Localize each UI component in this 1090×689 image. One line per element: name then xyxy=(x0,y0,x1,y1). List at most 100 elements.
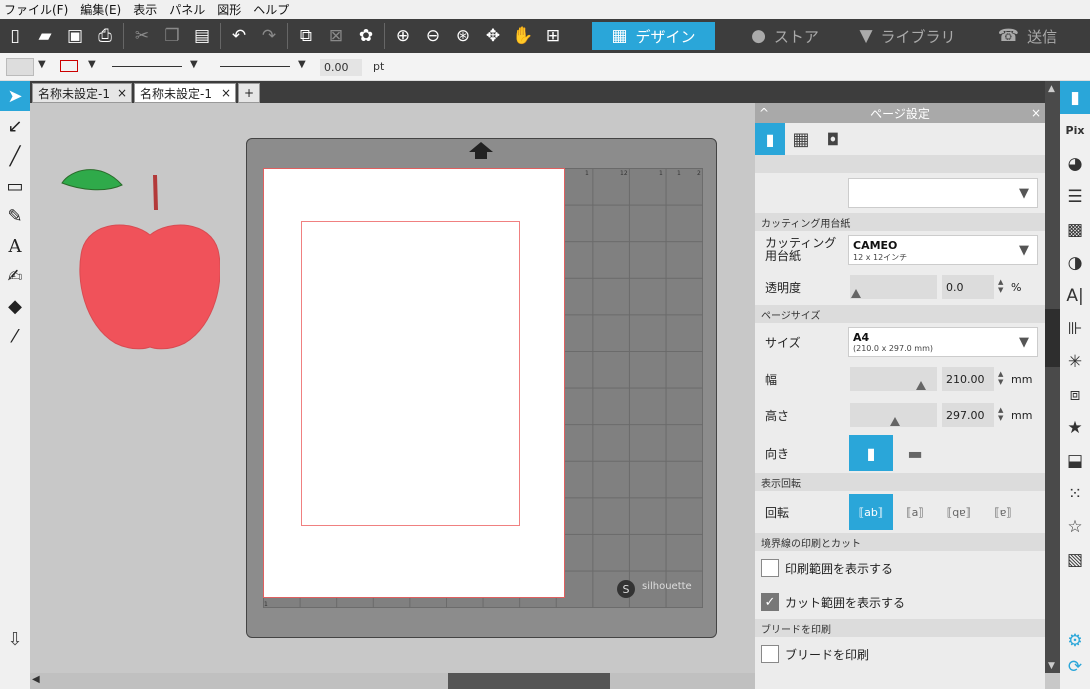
transparency-input[interactable]: 0.0 xyxy=(942,275,994,299)
line-width-input[interactable]: 0.00 xyxy=(320,59,362,76)
cut-icon[interactable]: ✂ xyxy=(127,21,157,51)
drag-move-icon[interactable]: ✥ xyxy=(478,21,508,51)
sketch-tool-icon[interactable]: ✍ xyxy=(0,261,30,291)
tab-store[interactable]: ● ストア xyxy=(730,22,840,50)
registration-marks-subtab-icon[interactable]: ◘ xyxy=(817,123,849,155)
pixscan-icon[interactable]: Pix xyxy=(1060,114,1090,147)
replicate-icon[interactable]: ✳ xyxy=(1060,345,1090,378)
height-input[interactable]: 297.00 xyxy=(942,403,994,427)
portrait-icon[interactable]: ▮ xyxy=(849,435,893,471)
close-tab-icon[interactable]: × xyxy=(221,86,231,100)
landscape-icon[interactable]: ▬ xyxy=(893,435,937,471)
sync-icon[interactable]: ⟳ xyxy=(1060,655,1090,679)
scroll-left-icon[interactable]: ◀ xyxy=(32,674,40,685)
document-tab[interactable]: 名称未設定-1 × xyxy=(134,83,236,103)
fit-page-icon[interactable]: ⊞ xyxy=(538,21,568,51)
design-canvas[interactable]: 1 12 1 1 2 1 S silhouette xyxy=(30,103,755,673)
document-tab[interactable]: 名称未設定-1 × xyxy=(32,83,132,103)
close-panel-icon[interactable]: × xyxy=(1031,106,1041,120)
line-width-dropdown-icon[interactable]: ▼ xyxy=(298,59,306,70)
zoom-in-icon[interactable]: ⊕ xyxy=(388,21,418,51)
preset-dropdown[interactable]: ▼ xyxy=(848,178,1038,208)
copy-icon[interactable]: ❐ xyxy=(157,21,187,51)
menu-shape[interactable]: 図形 xyxy=(217,1,241,18)
offset-icon[interactable]: ⬓ xyxy=(1060,444,1090,477)
grid-subtab-icon[interactable]: ▦ xyxy=(785,123,817,155)
print-bleed-checkbox[interactable] xyxy=(761,645,779,663)
menu-file[interactable]: ファイル(F) xyxy=(4,1,68,18)
line-color-dropdown-icon[interactable]: ▼ xyxy=(88,59,96,70)
edit-points-icon[interactable]: ↙ xyxy=(0,111,30,141)
text-tool-icon[interactable]: A xyxy=(0,231,30,261)
line-style-dropdown-icon[interactable]: ▼ xyxy=(190,59,198,70)
transform-icon[interactable]: ⧈ xyxy=(1060,378,1090,411)
eraser-tool-icon[interactable]: ◆ xyxy=(0,291,30,321)
pan-hand-icon[interactable]: ✋ xyxy=(508,21,538,51)
show-cut-area-checkbox[interactable]: ✓ xyxy=(761,593,779,611)
width-input[interactable]: 210.00 xyxy=(942,367,994,391)
select-all-icon[interactable]: ⧉ xyxy=(291,21,321,51)
line-color-swatch[interactable] xyxy=(60,60,78,72)
deselect-icon[interactable]: ⊠ xyxy=(321,21,351,51)
transparency-stepper-icon[interactable]: ▲ ▼ xyxy=(998,278,1003,294)
fill-pattern-swatch[interactable] xyxy=(6,58,34,76)
zoom-select-icon[interactable]: ⊛ xyxy=(448,21,478,51)
rotate-0-icon[interactable]: ⟦ab⟧ xyxy=(849,494,893,530)
slider-thumb[interactable] xyxy=(851,289,861,298)
scrollbar-thumb[interactable] xyxy=(1045,309,1060,367)
redo-icon[interactable]: ↷ xyxy=(254,21,284,51)
print-icon[interactable]: ⎙ xyxy=(90,21,120,51)
slider-thumb[interactable] xyxy=(890,417,900,426)
paste-icon[interactable]: ▤ xyxy=(187,21,217,51)
hscrollbar-thumb[interactable] xyxy=(448,673,610,689)
width-slider[interactable] xyxy=(850,367,937,391)
outline-star-icon[interactable]: ☆ xyxy=(1060,510,1090,543)
text-style-icon[interactable]: A| xyxy=(1060,279,1090,312)
save-icon[interactable]: ▣ xyxy=(60,21,90,51)
vertical-scrollbar[interactable]: ▲ ▼ xyxy=(1045,81,1060,673)
library-drawer-icon[interactable]: ⇩ xyxy=(0,624,30,654)
collapse-panel-icon[interactable]: ^ xyxy=(759,106,769,120)
apple-graphic[interactable] xyxy=(60,155,220,355)
line-tool-icon[interactable]: ╱ xyxy=(0,141,30,171)
cutting-mat-dropdown[interactable]: CAMEO 12 x 12インチ ▼ xyxy=(848,235,1038,265)
scroll-up-icon[interactable]: ▲ xyxy=(1048,84,1055,94)
rotate-270-icon[interactable]: ⟦ɐ⟧ xyxy=(981,494,1025,530)
open-folder-icon[interactable]: ▰ xyxy=(30,21,60,51)
slider-thumb[interactable] xyxy=(916,381,926,390)
transparency-slider[interactable] xyxy=(850,275,937,299)
align-icon[interactable]: ⊪ xyxy=(1060,312,1090,345)
width-stepper-icon[interactable]: ▲ ▼ xyxy=(998,370,1003,386)
page-size-dropdown[interactable]: A4 (210.0 x 297.0 mm) ▼ xyxy=(848,327,1038,357)
menu-panel[interactable]: パネル xyxy=(169,1,205,18)
line-style-sample[interactable] xyxy=(112,66,182,67)
knife-tool-icon[interactable]: ⁄ xyxy=(0,321,30,351)
close-tab-icon[interactable]: × xyxy=(117,86,127,100)
undo-icon[interactable]: ↶ xyxy=(224,21,254,51)
modify-star-icon[interactable]: ★ xyxy=(1060,411,1090,444)
rotate-90-icon[interactable]: ⟦a⟧ xyxy=(893,494,937,530)
horizontal-scrollbar[interactable]: ◀ xyxy=(30,673,755,689)
menu-view[interactable]: 表示 xyxy=(133,1,157,18)
line-width-sample[interactable] xyxy=(220,66,290,67)
menu-edit[interactable]: 編集(E) xyxy=(80,1,121,18)
rotate-180-icon[interactable]: ⟦qɐ⟧ xyxy=(937,494,981,530)
trace-icon[interactable]: ⁙ xyxy=(1060,477,1090,510)
rectangle-tool-icon[interactable]: ▭ xyxy=(0,171,30,201)
new-file-icon[interactable]: ▯ xyxy=(0,21,30,51)
select-color-icon[interactable]: ✿ xyxy=(351,21,381,51)
show-print-area-checkbox[interactable] xyxy=(761,559,779,577)
height-slider[interactable] xyxy=(850,403,937,427)
zoom-out-icon[interactable]: ⊖ xyxy=(418,21,448,51)
add-tab-button[interactable]: + xyxy=(238,83,260,103)
height-stepper-icon[interactable]: ▲ ▼ xyxy=(998,406,1003,422)
menu-help[interactable]: ヘルプ xyxy=(253,1,289,18)
fill-color-palette-icon[interactable]: ◕ xyxy=(1060,147,1090,180)
sketch-effect-icon[interactable]: ▧ xyxy=(1060,543,1090,576)
pencil-tool-icon[interactable]: ✎ xyxy=(0,201,30,231)
tab-send[interactable]: ☎ 送信 xyxy=(975,22,1080,50)
tab-library[interactable]: ▼ ライブラリ xyxy=(855,22,960,50)
tab-design[interactable]: ▦ デザイン xyxy=(592,22,715,50)
fill-dropdown-icon[interactable]: ▼ xyxy=(38,59,46,70)
settings-gear-icon[interactable]: ⚙ xyxy=(1060,629,1090,653)
